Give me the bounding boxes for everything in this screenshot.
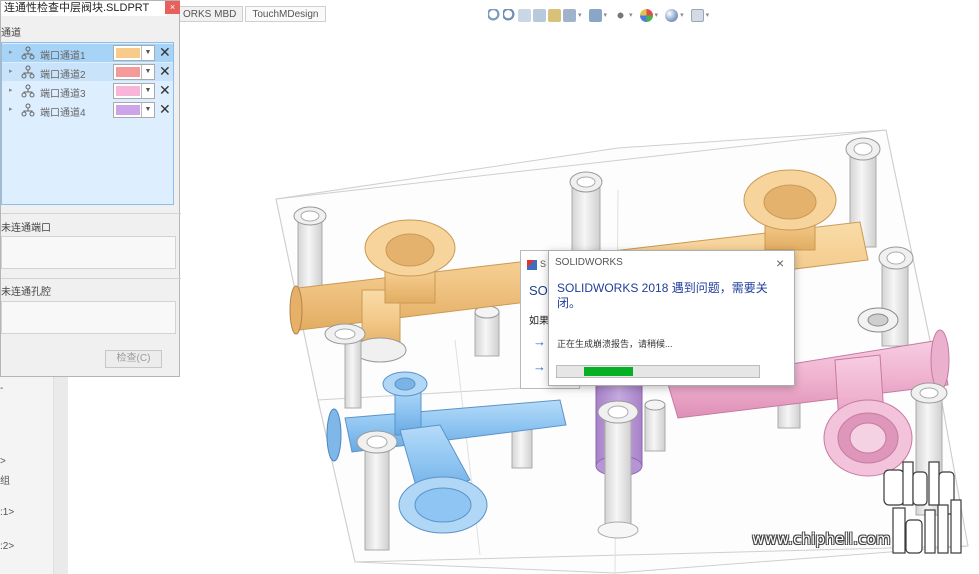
previous-view-icon[interactable] xyxy=(518,8,531,22)
divider xyxy=(1,213,181,214)
dynamic-annotation-icon[interactable] xyxy=(548,8,561,22)
channel-label: 端口通道3 xyxy=(40,89,86,100)
channels-section-label: 通道 xyxy=(1,28,21,39)
list-item[interactable]: ▸ 端口通道1 ▼ ✕ xyxy=(2,44,173,62)
color-swatch xyxy=(116,48,140,58)
channel-tree-icon xyxy=(21,103,35,117)
chevron-down-icon[interactable]: ▾ xyxy=(629,11,633,19)
arrow-right-icon[interactable]: → xyxy=(533,359,546,374)
chevron-down-icon[interactable]: ▼ xyxy=(141,103,154,117)
chevron-down-icon[interactable]: ▾ xyxy=(578,11,582,19)
unconnected-ports-list[interactable] xyxy=(1,236,176,269)
tree-fragment: :1> xyxy=(0,507,15,518)
color-swatch xyxy=(116,105,140,115)
tree-fragment: :2> xyxy=(0,541,15,552)
divider xyxy=(1,278,181,279)
appearance-icon[interactable] xyxy=(639,8,653,22)
expand-icon[interactable]: ▸ xyxy=(9,48,13,56)
watermark-url: www.chiphell.com xyxy=(752,530,891,548)
tree-fragment: 组 xyxy=(0,476,10,487)
expand-icon[interactable]: ▸ xyxy=(9,105,13,113)
progress-bar xyxy=(556,365,760,378)
channel-tree-icon xyxy=(21,46,35,60)
panel-title: 连通性检查中层阀块.SLDPRT xyxy=(1,1,167,16)
list-item[interactable]: ▸ 端口通道4 ▼ ✕ xyxy=(2,101,173,119)
channel-label: 端口通道2 xyxy=(40,70,86,81)
channel-label: 端口通道1 xyxy=(40,51,86,62)
chevron-down-icon[interactable]: ▾ xyxy=(655,11,659,19)
expand-icon[interactable]: ▸ xyxy=(9,67,13,75)
unconnected-ports-label: 未连通端口 xyxy=(1,223,51,234)
arrow-right-icon[interactable]: → xyxy=(533,334,546,349)
delete-icon[interactable]: ✕ xyxy=(159,102,171,116)
tree-fragment: - xyxy=(0,383,4,394)
chevron-down-icon[interactable]: ▾ xyxy=(706,11,710,19)
chevron-down-icon[interactable]: ▾ xyxy=(680,11,684,19)
tree-fragment: > xyxy=(0,456,6,467)
channel-tree-icon xyxy=(21,65,35,79)
color-swatch xyxy=(116,67,140,77)
expand-icon[interactable]: ▸ xyxy=(9,86,13,94)
unconnected-holes-label: 未连通孔腔 xyxy=(1,287,51,298)
display-style-icon[interactable] xyxy=(588,8,602,22)
delete-icon[interactable]: ✕ xyxy=(159,83,171,97)
channel-list: ▸ 端口通道1 ▼ ✕ ▸ 端口通道2 ▼ ✕ ▸ 端口通道3 ▼ ✕ ▸ 端口… xyxy=(1,42,174,205)
view-settings-icon[interactable] xyxy=(690,8,704,22)
panel-divider[interactable] xyxy=(54,376,68,574)
scene-icon[interactable] xyxy=(665,8,679,22)
color-picker[interactable]: ▼ xyxy=(113,83,155,99)
close-icon[interactable]: × xyxy=(776,255,784,271)
color-swatch xyxy=(116,86,140,96)
check-button[interactable]: 检查(C) xyxy=(105,350,162,368)
zoom-fit-icon[interactable] xyxy=(488,8,501,22)
dialog-header: SOLIDWORKS xyxy=(555,257,623,268)
channel-label: 端口通道4 xyxy=(40,108,86,119)
dialog-title: SOLIDWORKS 2018 遇到问题，需要关闭。 xyxy=(557,281,768,310)
dialog-message: 正在生成崩溃报告，请稍候... xyxy=(557,339,673,349)
close-icon[interactable]: × xyxy=(165,1,180,14)
color-picker[interactable]: ▼ xyxy=(113,64,155,80)
document-tabs: ORKS MBD TouchMDesign xyxy=(176,6,326,22)
connectivity-panel: 连通性检查中层阀块.SLDPRT × 通道 ▸ 端口通道1 ▼ ✕ ▸ 端口通道… xyxy=(0,0,181,377)
chevron-down-icon[interactable]: ▼ xyxy=(141,46,154,60)
view-orientation-icon[interactable] xyxy=(563,8,576,22)
list-item[interactable]: ▸ 端口通道3 ▼ ✕ xyxy=(2,82,173,100)
crash-dialog: SOLIDWORKS × SOLIDWORKS 2018 遇到问题，需要关闭。 … xyxy=(548,250,795,386)
chevron-down-icon[interactable]: ▼ xyxy=(141,65,154,79)
channel-tree-icon xyxy=(21,84,35,98)
tab-mbd[interactable]: ORKS MBD xyxy=(176,6,244,22)
dialog-header: S xyxy=(527,259,546,270)
feature-tree-strip: - > 组 :1> :2> xyxy=(0,376,54,574)
chevron-down-icon[interactable]: ▼ xyxy=(141,84,154,98)
view-toolbar: ▾ ▾ ▾ ▾ ▾ ▾ xyxy=(488,6,714,24)
solidworks-logo-icon xyxy=(527,259,537,270)
delete-icon[interactable]: ✕ xyxy=(159,45,171,59)
list-item[interactable]: ▸ 端口通道2 ▼ ✕ xyxy=(2,63,173,81)
progress-fill xyxy=(584,367,633,376)
zoom-area-icon[interactable] xyxy=(503,8,516,22)
section-view-icon[interactable] xyxy=(533,8,546,22)
tab-touchmdesign[interactable]: TouchMDesign xyxy=(245,6,326,22)
hide-show-icon[interactable] xyxy=(614,8,628,22)
delete-icon[interactable]: ✕ xyxy=(159,64,171,78)
color-picker[interactable]: ▼ xyxy=(113,102,155,118)
color-picker[interactable]: ▼ xyxy=(113,45,155,61)
chevron-down-icon[interactable]: ▾ xyxy=(604,11,608,19)
unconnected-holes-list[interactable] xyxy=(1,301,176,334)
